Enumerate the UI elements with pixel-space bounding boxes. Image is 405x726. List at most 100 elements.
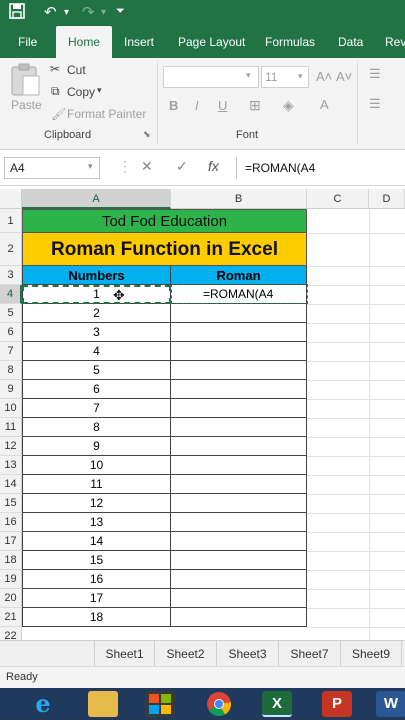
tab-insert[interactable]: Insert: [124, 26, 154, 58]
undo-dropdown-icon[interactable]: ▾: [64, 7, 69, 18]
italic-button[interactable]: I: [195, 98, 199, 113]
number-cell[interactable]: 8: [22, 418, 171, 437]
number-cell[interactable]: 5: [22, 361, 171, 380]
roman-cell[interactable]: [171, 323, 307, 342]
number-cell[interactable]: 9: [22, 437, 171, 456]
row-header[interactable]: 7: [0, 342, 22, 361]
number-cell[interactable]: 14: [22, 532, 171, 551]
tab-home[interactable]: Home: [56, 26, 112, 58]
borders-icon[interactable]: ⊞: [249, 97, 261, 114]
roman-cell[interactable]: [171, 380, 307, 399]
number-cell[interactable]: 17: [22, 589, 171, 608]
powerpoint-taskbar-icon[interactable]: P: [322, 691, 352, 717]
format-painter-button[interactable]: Format Painter: [67, 107, 146, 121]
row-header[interactable]: 4: [0, 285, 22, 304]
roman-cell[interactable]: [171, 608, 307, 627]
roman-cell[interactable]: [171, 342, 307, 361]
number-cell[interactable]: 13: [22, 513, 171, 532]
name-box-dropdown-icon[interactable]: ▾: [88, 161, 93, 172]
number-cell[interactable]: 7: [22, 399, 171, 418]
font-size-box[interactable]: 11 ▾: [261, 66, 309, 88]
row-header[interactable]: 9: [0, 380, 22, 399]
save-icon[interactable]: [9, 3, 25, 23]
cancel-icon[interactable]: ✕: [141, 158, 153, 175]
undo-icon[interactable]: ↶: [44, 3, 57, 21]
copy-dropdown-icon[interactable]: ▾: [97, 85, 102, 96]
number-cell[interactable]: 3: [22, 323, 171, 342]
number-cell[interactable]: 6: [22, 380, 171, 399]
header-numbers-cell[interactable]: Numbers: [22, 266, 171, 285]
shrink-font-button[interactable]: A˅: [336, 69, 352, 84]
sheet-tab-sheet1[interactable]: Sheet1: [95, 641, 155, 667]
fill-color-icon[interactable]: ◈: [283, 97, 294, 114]
tab-review[interactable]: Rev: [385, 26, 405, 58]
tab-data[interactable]: Data: [338, 26, 363, 58]
sheet-tab-sheet9[interactable]: Sheet9: [341, 641, 402, 667]
row-header[interactable]: 18: [0, 551, 22, 570]
worksheet-grid[interactable]: A B C D 1 2 3 4 5 6 7 8 9 10 11 12 13 14 15 16 17 18 19 20 21 22 T…: [0, 186, 405, 640]
row-header[interactable]: 16: [0, 513, 22, 532]
sheet-tab-sheet3[interactable]: Sheet3: [217, 641, 279, 667]
word-taskbar-icon[interactable]: W: [376, 691, 405, 717]
bold-button[interactable]: B: [169, 98, 178, 113]
row-header[interactable]: 13: [0, 456, 22, 475]
column-header-b[interactable]: B: [171, 189, 307, 209]
row-header[interactable]: 3: [0, 266, 22, 285]
row-header[interactable]: 8: [0, 361, 22, 380]
row-header[interactable]: 17: [0, 532, 22, 551]
row-header[interactable]: 1: [0, 209, 22, 233]
select-all-corner[interactable]: [0, 189, 22, 209]
row-header[interactable]: 10: [0, 399, 22, 418]
font-name-dropdown-icon[interactable]: ▾: [246, 70, 251, 81]
sheet-tab-sheet2[interactable]: Sheet2: [155, 641, 217, 667]
number-cell[interactable]: 12: [22, 494, 171, 513]
number-cell[interactable]: 16: [22, 570, 171, 589]
number-cell[interactable]: 11: [22, 475, 171, 494]
column-header-a[interactable]: A: [22, 189, 171, 209]
number-cell[interactable]: 2: [22, 304, 171, 323]
excel-taskbar-icon[interactable]: X: [262, 691, 292, 717]
roman-cell[interactable]: [171, 570, 307, 589]
tab-page-layout[interactable]: Page Layout: [178, 26, 245, 58]
row-header[interactable]: 14: [0, 475, 22, 494]
number-cell[interactable]: 15: [22, 551, 171, 570]
roman-cell[interactable]: [171, 513, 307, 532]
header-roman-cell[interactable]: Roman: [171, 266, 307, 285]
align-left-icon[interactable]: ☰: [369, 96, 381, 112]
roman-cell[interactable]: [171, 551, 307, 570]
roman-cell[interactable]: [171, 437, 307, 456]
sheet-title-cell[interactable]: Tod Fod Education: [22, 209, 307, 233]
internet-explorer-icon[interactable]: e: [28, 691, 58, 717]
tab-file[interactable]: File: [18, 26, 37, 58]
column-header-c[interactable]: C: [307, 189, 369, 209]
clipboard-launcher-icon[interactable]: ⬊: [143, 129, 151, 140]
row-header[interactable]: 6: [0, 323, 22, 342]
roman-cell[interactable]: [171, 494, 307, 513]
roman-cell[interactable]: [171, 399, 307, 418]
tab-formulas[interactable]: Formulas: [265, 26, 315, 58]
cut-button[interactable]: Cut: [67, 63, 86, 77]
row-header[interactable]: 22: [0, 627, 22, 640]
roman-cell[interactable]: [171, 456, 307, 475]
row-header[interactable]: 15: [0, 494, 22, 513]
sheet-subtitle-cell[interactable]: Roman Function in Excel: [22, 233, 307, 266]
customize-toolbar-icon[interactable]: ⏷: [116, 5, 125, 18]
enter-icon[interactable]: ✓: [176, 158, 188, 175]
row-header[interactable]: 5: [0, 304, 22, 323]
align-top-icon[interactable]: ☰: [369, 66, 381, 82]
name-box[interactable]: A4: [4, 157, 100, 179]
grow-font-button[interactable]: A˄: [316, 69, 332, 84]
store-icon[interactable]: [145, 691, 175, 717]
chrome-icon[interactable]: [204, 691, 234, 717]
column-header-d[interactable]: D: [369, 189, 405, 209]
font-size-dropdown-icon[interactable]: ▾: [298, 71, 303, 82]
insert-function-icon[interactable]: fx: [208, 158, 219, 174]
paste-button[interactable]: Paste: [6, 62, 46, 118]
copy-button[interactable]: Copy: [67, 85, 95, 99]
number-cell[interactable]: 18: [22, 608, 171, 627]
roman-cell[interactable]: [171, 418, 307, 437]
row-header[interactable]: 20: [0, 589, 22, 608]
row-header[interactable]: 12: [0, 437, 22, 456]
file-explorer-icon[interactable]: [88, 691, 118, 717]
sheet-tab-sheet7[interactable]: Sheet7: [279, 641, 341, 667]
